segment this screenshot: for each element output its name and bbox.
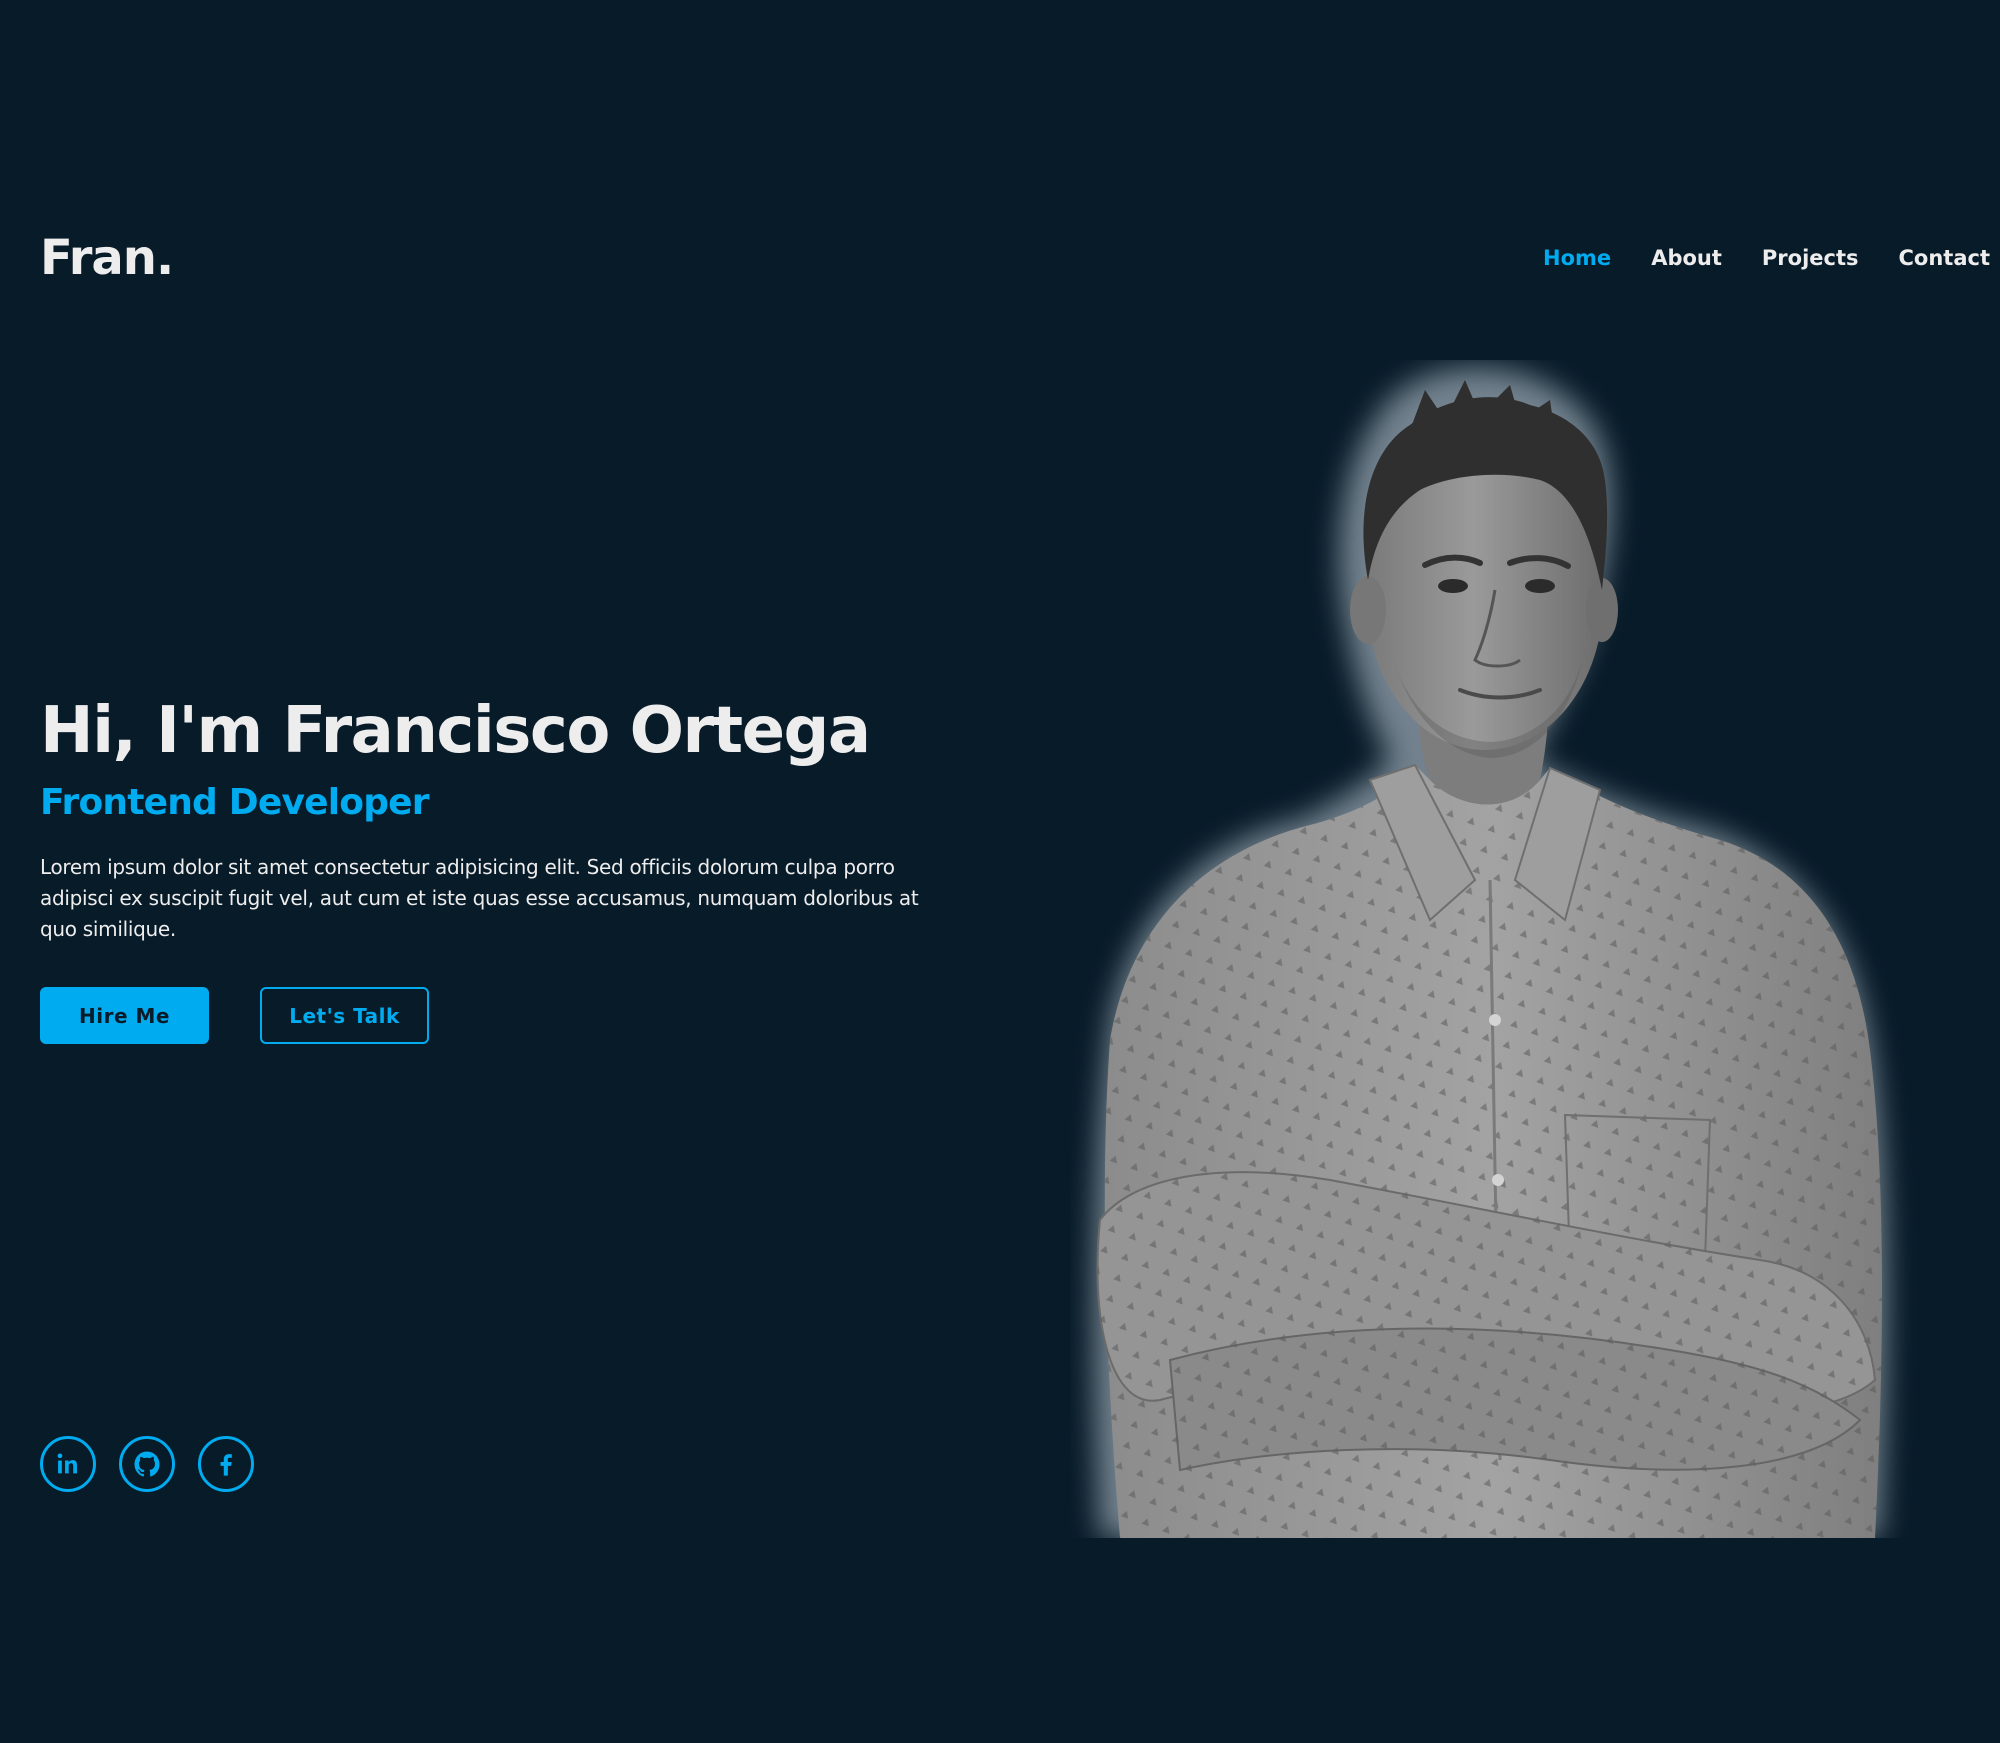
hero-subtitle: Frontend Developer: [40, 782, 430, 823]
hire-me-button[interactable]: Hire Me: [40, 987, 209, 1044]
linkedin-icon: [57, 1453, 77, 1474]
profile-photo: [1093, 367, 1887, 1538]
facebook-icon: [220, 1454, 232, 1476]
nav-home-link[interactable]: Home: [1543, 246, 1611, 270]
hero-description: Lorem ipsum dolor sit amet consectetur a…: [40, 855, 919, 941]
github-icon: [134, 1451, 160, 1477]
github-link[interactable]: [119, 1436, 175, 1492]
facebook-link[interactable]: [198, 1436, 254, 1492]
lets-talk-button[interactable]: Let's Talk: [260, 987, 429, 1044]
main-nav: Home About Projects Contact: [1543, 246, 1990, 270]
nav-about-link[interactable]: About: [1651, 246, 1722, 270]
social-links: [40, 1436, 254, 1492]
logo[interactable]: Fran.: [40, 230, 174, 286]
hero-title: Hi, I'm Francisco Ortega: [40, 694, 871, 768]
linkedin-link[interactable]: [40, 1436, 96, 1492]
nav-contact-link[interactable]: Contact: [1899, 246, 1991, 270]
nav-projects-link[interactable]: Projects: [1762, 246, 1859, 270]
